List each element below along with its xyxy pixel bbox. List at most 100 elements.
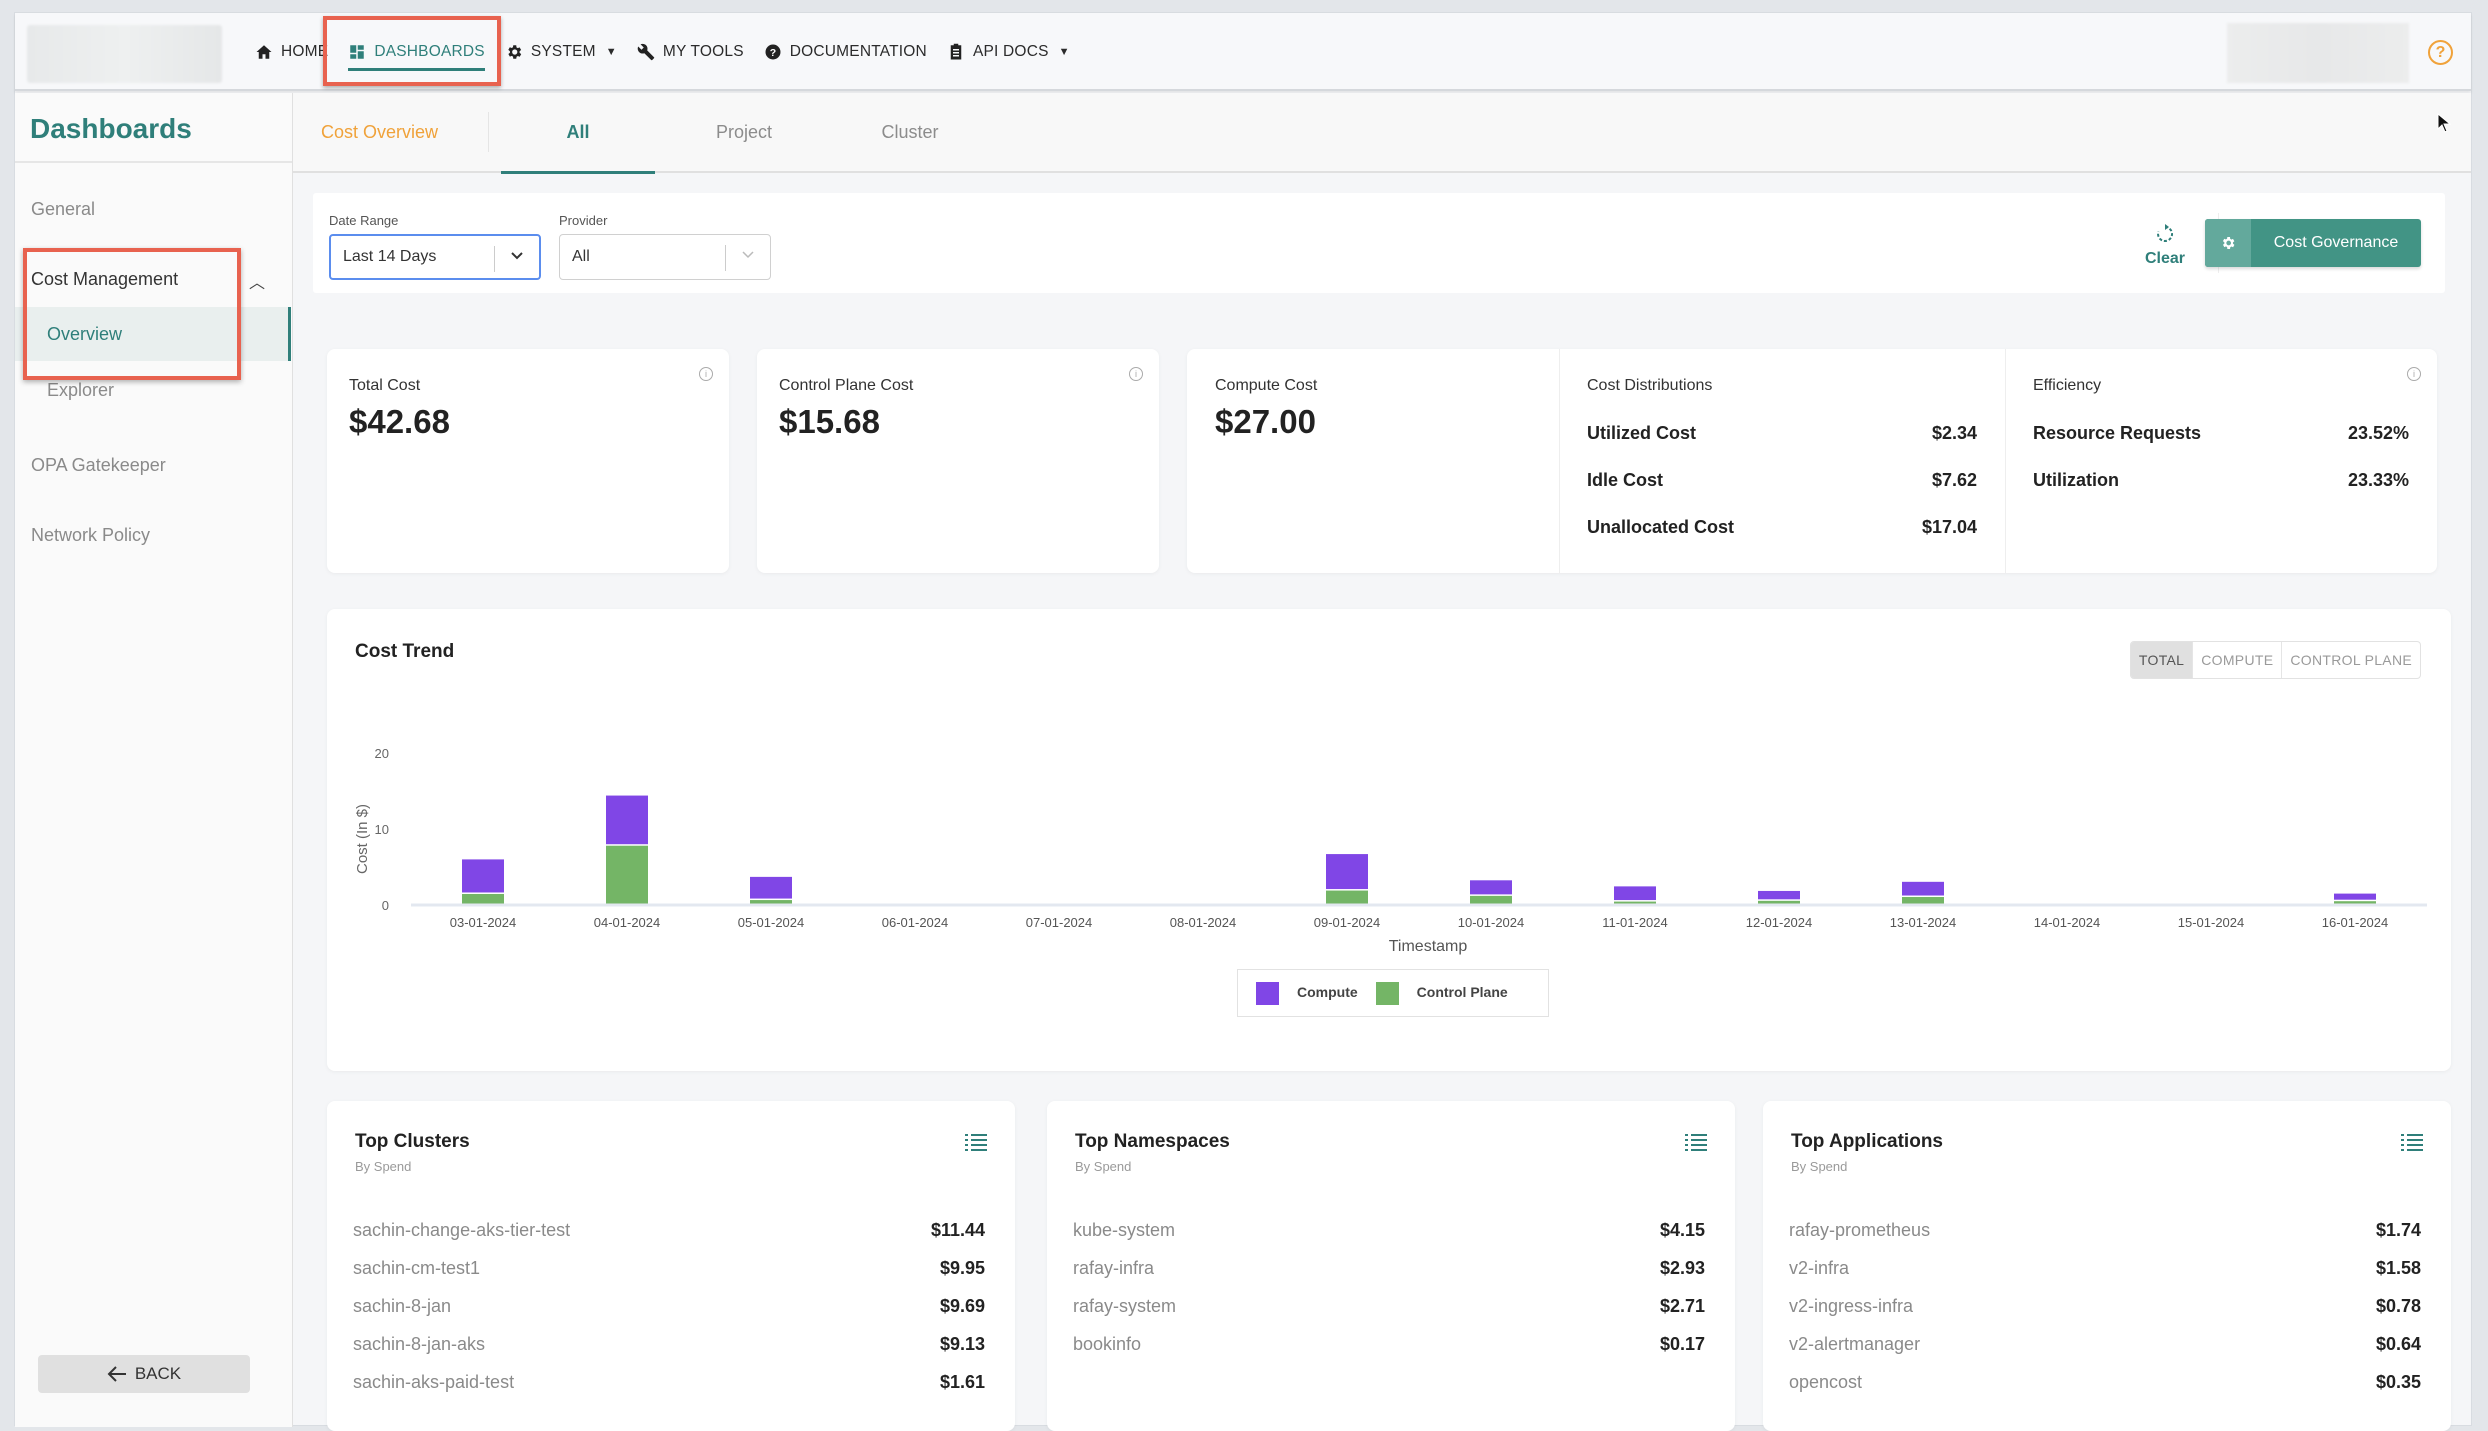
list-item[interactable]: sachin-8-jan $9.69 <box>353 1287 985 1325</box>
list-item[interactable]: sachin-change-aks-tier-test $11.44 <box>353 1211 985 1249</box>
reset-icon <box>2157 224 2174 242</box>
list-title: Top Clusters <box>355 1131 470 1152</box>
sidebar-item-general[interactable]: General <box>31 199 95 220</box>
list-icon[interactable] <box>2401 1133 2423 1151</box>
list-item[interactable]: bookinfo $0.17 <box>1073 1325 1705 1363</box>
sidebar-item-opa-gatekeeper[interactable]: OPA Gatekeeper <box>31 455 166 476</box>
cost-distributions-title: Cost Distributions <box>1587 377 1713 394</box>
tab-all[interactable]: All <box>501 92 655 174</box>
main-content: Cost Overview All Project Cluster Date R… <box>293 92 2471 1431</box>
list-subtitle: By Spend <box>355 1159 412 1174</box>
item-value: $0.17 <box>1659 1333 1705 1354</box>
list-item[interactable]: sachin-aks-paid-test $1.61 <box>353 1363 985 1401</box>
back-label: BACK <box>134 1364 182 1383</box>
list-item[interactable]: kube-system $4.15 <box>1073 1211 1705 1249</box>
legend-label: Compute <box>1297 983 1358 1000</box>
nav-documentation[interactable]: ? DOCUMENTATION <box>754 13 937 91</box>
list-item[interactable]: sachin-cm-test1 $9.95 <box>353 1249 985 1287</box>
item-value: $4.15 <box>1659 1219 1705 1240</box>
control-plane-cost-card: i Control Plane Cost $15.68 <box>757 349 1159 573</box>
top-nav: HOME DASHBOARDS SYSTEM ▼ MY TOOLS ? DOCU… <box>15 13 2471 91</box>
row-value: $7.62 <box>1931 470 1977 490</box>
nav-system[interactable]: SYSTEM ▼ <box>495 13 627 91</box>
efficiency: i Efficiency Resource Requests 23.52% Uti… <box>2005 349 2437 573</box>
item-value: $0.64 <box>2375 1333 2421 1354</box>
chevron-up-icon[interactable]: ︿ <box>249 269 265 293</box>
dashboard-icon <box>350 45 365 59</box>
nav-api-docs-label: API DOCS <box>972 43 1049 60</box>
info-icon[interactable]: i <box>2407 367 2421 381</box>
help-circle-icon: ? <box>765 44 781 60</box>
legend-item-control-plane[interactable]: Control Plane <box>1375 981 1508 1005</box>
control-plane-cost-label: Control Plane Cost <box>779 377 914 394</box>
wrench-icon <box>637 43 655 61</box>
list-item[interactable]: rafay-system $2.71 <box>1073 1287 1705 1325</box>
item-name: v2-alertmanager <box>1789 1333 1921 1354</box>
total-cost-card: i Total Cost $42.68 <box>327 349 729 573</box>
provider-select[interactable]: All <box>559 234 771 280</box>
info-icon[interactable]: i <box>1129 367 1143 381</box>
sidebar-item-network-policy[interactable]: Network Policy <box>31 525 150 546</box>
list-item[interactable]: rafay-prometheus $1.74 <box>1789 1211 2421 1249</box>
nav-dashboards[interactable]: DASHBOARDS <box>338 13 495 91</box>
clear-button[interactable]: Clear <box>2135 223 2195 268</box>
nav-home[interactable]: HOME <box>245 13 338 91</box>
list-item[interactable]: v2-ingress-infra $0.78 <box>1789 1287 2421 1325</box>
cost-trend-card: Cost Trend TOTAL COMPUTE CONTROL PLANE 0… <box>327 609 2451 1071</box>
tab-project[interactable]: Project <box>667 92 821 172</box>
compute-cost-label: Compute Cost <box>1215 377 1318 394</box>
x-tick-label: 12-01-2024 <box>1746 915 1813 930</box>
bar-segment-compute <box>750 876 792 899</box>
efficiency-row: Resource Requests 23.52% <box>2033 423 2409 444</box>
total-cost-label: Total Cost <box>349 377 421 394</box>
bar-segment-control-plane <box>750 900 792 904</box>
legend-swatch <box>1256 981 1279 1005</box>
tab-bar: Cost Overview All Project Cluster <box>293 92 2471 174</box>
nav-my-tools[interactable]: MY TOOLS <box>627 13 754 91</box>
list-subtitle: By Spend <box>1791 1159 1848 1174</box>
x-tick-label: 13-01-2024 <box>1890 915 1957 930</box>
sidebar-item-cost-management[interactable]: Cost Management <box>31 269 178 290</box>
x-tick-label: 03-01-2024 <box>450 915 517 930</box>
x-tick-label: 09-01-2024 <box>1314 915 1381 930</box>
sidebar-subitem-overview[interactable]: Overview <box>15 307 291 361</box>
top-namespaces-card: Top Namespaces By Spend kube-system $4.15… <box>1047 1101 1735 1431</box>
tab-cluster[interactable]: Cluster <box>833 92 987 172</box>
top-applications-card: Top Applications By Spend rafay-promethe… <box>1763 1101 2451 1431</box>
bar-segment-control-plane <box>1470 895 1512 904</box>
row-value: $17.04 <box>1921 517 1977 537</box>
bar-segment-control-plane <box>1902 897 1944 904</box>
logo[interactable] <box>27 25 222 83</box>
row-label: Unallocated Cost <box>1587 517 1735 537</box>
item-name: sachin-change-aks-tier-test <box>353 1219 571 1240</box>
item-value: $11.44 <box>930 1219 985 1240</box>
info-icon[interactable]: i <box>699 367 713 381</box>
list-item[interactable]: rafay-infra $2.93 <box>1073 1249 1705 1287</box>
chart-legend: Compute Control Plane <box>1237 969 1549 1017</box>
nav-api-docs[interactable]: API DOCS ▼ <box>937 13 1080 91</box>
date-range-select[interactable]: Last 14 Days <box>329 234 541 280</box>
legend-item-compute[interactable]: Compute <box>1256 981 1358 1005</box>
bar-segment-control-plane <box>462 893 504 904</box>
sidebar-title: Dashboards <box>15 93 292 163</box>
y-axis-label: Cost (In $) <box>354 804 371 874</box>
clipboard-icon <box>950 43 962 60</box>
y-tick-label: 10 <box>375 822 389 837</box>
select-separator <box>494 246 495 272</box>
back-button[interactable]: BACK <box>38 1355 250 1393</box>
item-name: opencost <box>1789 1371 1863 1392</box>
list-item[interactable]: v2-infra $1.58 <box>1789 1249 2421 1287</box>
list-item[interactable]: sachin-8-jan-aks $9.13 <box>353 1325 985 1363</box>
cost-governance-button[interactable]: Cost Governance <box>2205 219 2421 267</box>
item-value: $9.69 <box>939 1295 985 1316</box>
help-icon[interactable]: ? <box>2428 40 2453 65</box>
list-icon[interactable] <box>1685 1133 1707 1151</box>
item-value: $2.93 <box>1659 1257 1705 1278</box>
item-name: bookinfo <box>1073 1333 1142 1354</box>
x-tick-label: 08-01-2024 <box>1170 915 1237 930</box>
list-item[interactable]: v2-alertmanager $0.64 <box>1789 1325 2421 1363</box>
list-icon[interactable] <box>965 1133 987 1151</box>
list-item[interactable]: opencost $0.35 <box>1789 1363 2421 1401</box>
user-menu[interactable] <box>2227 23 2409 83</box>
sidebar-subitem-explorer[interactable]: Explorer <box>15 363 291 417</box>
